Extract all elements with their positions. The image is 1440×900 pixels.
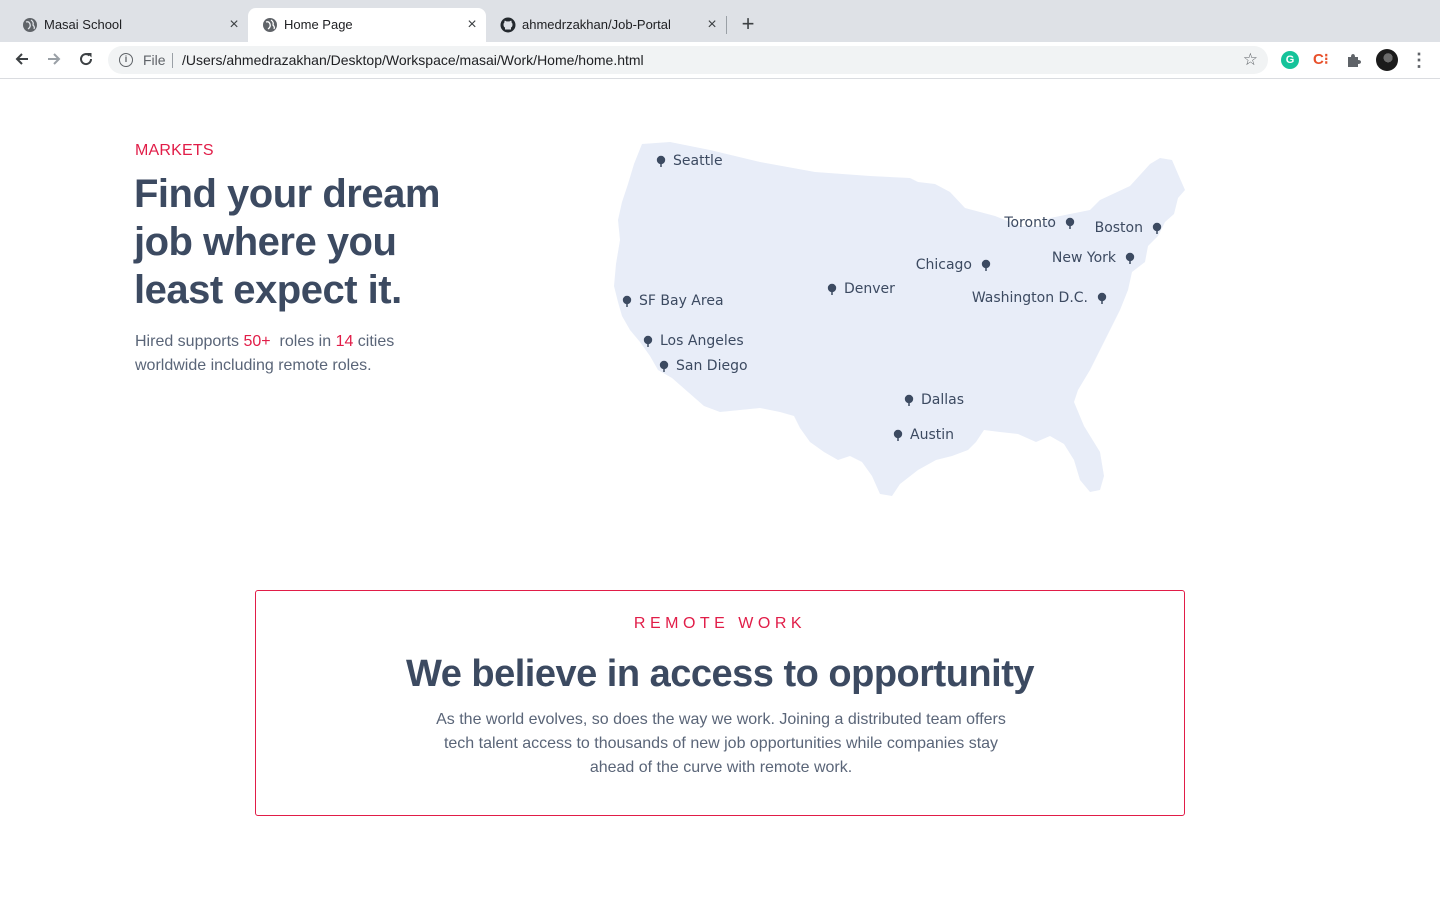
globe-icon [23,18,37,32]
city-label: Los Angeles [660,333,744,349]
desc-prefix: Hired supports [135,333,244,350]
city-label: Chicago [916,257,972,273]
pin-icon [1065,217,1075,227]
pin-icon [981,259,991,269]
city-label: Dallas [921,392,964,408]
remote-title: We believe in access to opportunity [406,653,1034,695]
forward-button[interactable] [44,50,64,70]
star-icon[interactable]: ☆ [1243,50,1258,70]
github-icon [500,17,516,33]
puzzle-icon[interactable] [1345,51,1363,69]
city-label: Denver [844,281,895,297]
reload-button[interactable] [76,50,96,70]
tab-divider [726,16,727,34]
scheme-label: File [143,52,166,68]
tab-title: Home Page [284,17,353,32]
tab-home-page[interactable]: Home Page × [248,8,486,42]
city-label: Seattle [673,153,723,169]
url-text[interactable]: /Users/ahmedrazakhan/Desktop/Workspace/m… [182,52,644,68]
map-pin-washington-d-c: Washington D.C. [972,290,1107,306]
tab-masai-school[interactable]: Masai School × [8,8,248,42]
markets-eyebrow: MARKETS [135,142,214,159]
pin-icon [659,360,669,370]
us-map-shape [614,142,1185,496]
pin-icon [1097,292,1107,302]
remote-eyebrow: REMOTE WORK [633,615,807,632]
city-label: Austin [910,427,954,443]
pin-icon [1152,222,1162,232]
desc-mid: roles in [270,333,336,350]
grammarly-icon[interactable]: G [1281,51,1299,69]
pin-icon [904,394,914,404]
pin-icon [643,335,653,345]
city-label: New York [1052,250,1117,266]
back-button[interactable] [12,50,32,70]
close-icon[interactable]: × [464,17,480,33]
globe-icon [263,18,277,32]
pin-icon [893,429,903,439]
reload-icon [80,53,93,66]
arrow-left-icon [15,53,28,65]
tab-title: ahmedrzakhan/Job-Portal [522,17,671,32]
remote-description: As the world evolves, so does the way we… [436,711,1006,776]
tab-title: Masai School [44,17,123,32]
browser-toolbar: i File /Users/ahmedrazakhan/Desktop/Work… [0,42,1440,79]
pin-icon [827,283,837,293]
profile-avatar[interactable] [1376,49,1398,71]
city-label: Toronto [1003,215,1056,231]
close-icon[interactable]: × [704,17,720,33]
tab-strip: Masai School × Home Page × ahmedrzakhan/… [0,0,1440,42]
city-label: Washington D.C. [972,290,1088,306]
city-label: SF Bay Area [639,293,724,309]
pin-icon [622,295,632,305]
roles-count: 50+ [243,333,271,350]
info-icon[interactable]: i [119,53,133,67]
remote-work-card: REMOTE WORK We believe in access to oppo… [255,590,1185,816]
c-extension-icon[interactable]: C⁝ [1313,51,1331,69]
pin-icon [1125,252,1135,262]
address-bar[interactable]: i File /Users/ahmedrazakhan/Desktop/Work… [108,46,1268,74]
close-icon[interactable]: × [226,17,242,33]
tab-job-portal[interactable]: ahmedrzakhan/Job-Portal × [486,8,726,42]
omnibox-divider [172,53,173,68]
arrow-right-icon [48,53,61,65]
us-markets-map: Seattle Toronto Boston New York Chicago Denve… [614,142,1185,496]
more-menu-icon[interactable]: ⋮ [1410,50,1428,70]
hero-description: Hired supports 50+ roles in 14 cities wo… [135,330,435,378]
city-label: San Diego [676,358,748,374]
cities-count: 14 [335,333,354,350]
city-label: Boston [1095,220,1143,236]
pin-icon [656,155,666,165]
hero-title: Find your dream job where you least expe… [134,172,440,312]
new-tab-button[interactable]: + [737,13,759,35]
